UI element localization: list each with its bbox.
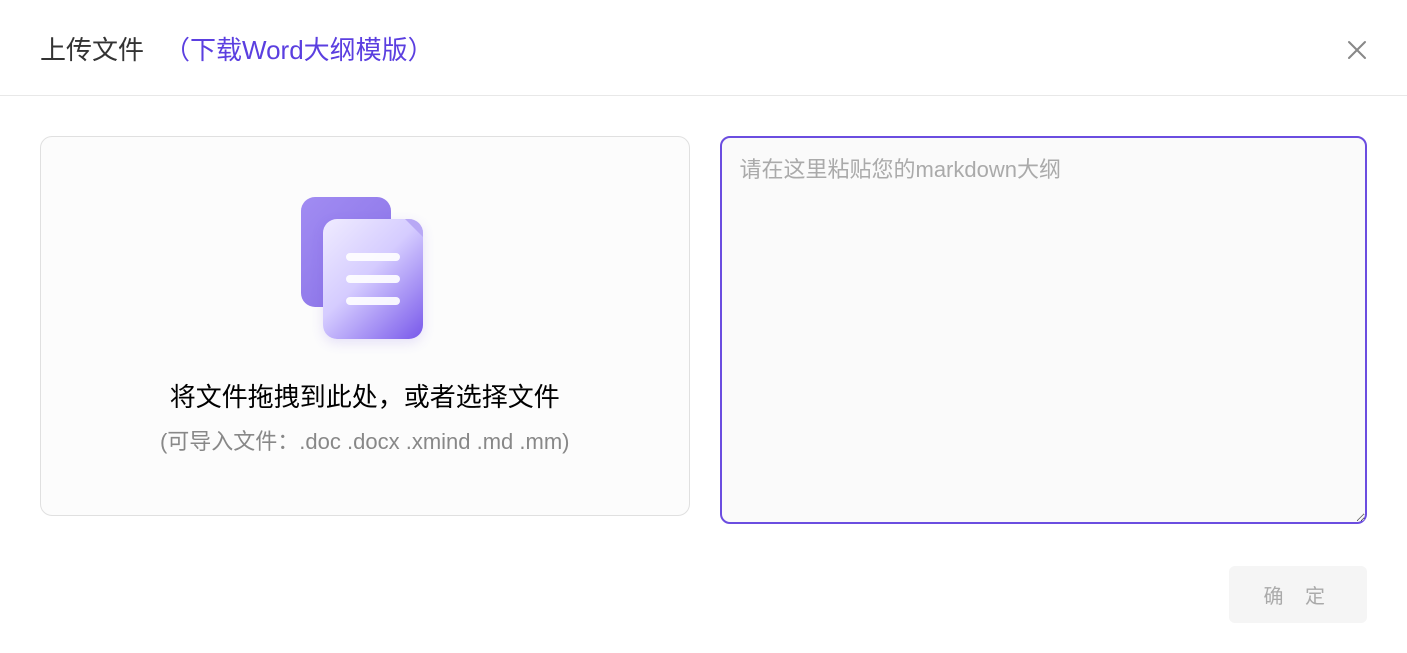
modal-title: 上传文件 xyxy=(40,30,144,67)
markdown-panel xyxy=(720,136,1368,524)
markdown-input[interactable] xyxy=(720,136,1368,524)
modal-footer: 确 定 xyxy=(0,566,1407,653)
file-drop-zone[interactable]: 将文件拖拽到此处，或者选择文件 (可导入文件：.doc .docx .xmind… xyxy=(40,136,690,516)
confirm-button[interactable]: 确 定 xyxy=(1229,566,1367,623)
upload-file-modal: 上传文件 （下载Word大纲模版） 将文件拖拽到此处，或者选择文件 (可导入文件… xyxy=(0,0,1407,653)
close-icon[interactable] xyxy=(1345,38,1369,62)
modal-header: 上传文件 （下载Word大纲模版） xyxy=(0,0,1407,96)
download-template-link[interactable]: （下载Word大纲模版） xyxy=(164,30,434,67)
document-icon xyxy=(305,197,425,337)
file-types-hint: (可导入文件：.doc .docx .xmind .md .mm) xyxy=(160,424,570,456)
modal-body: 将文件拖拽到此处，或者选择文件 (可导入文件：.doc .docx .xmind… xyxy=(0,96,1407,566)
drop-text: 将文件拖拽到此处，或者选择文件 xyxy=(170,377,560,414)
